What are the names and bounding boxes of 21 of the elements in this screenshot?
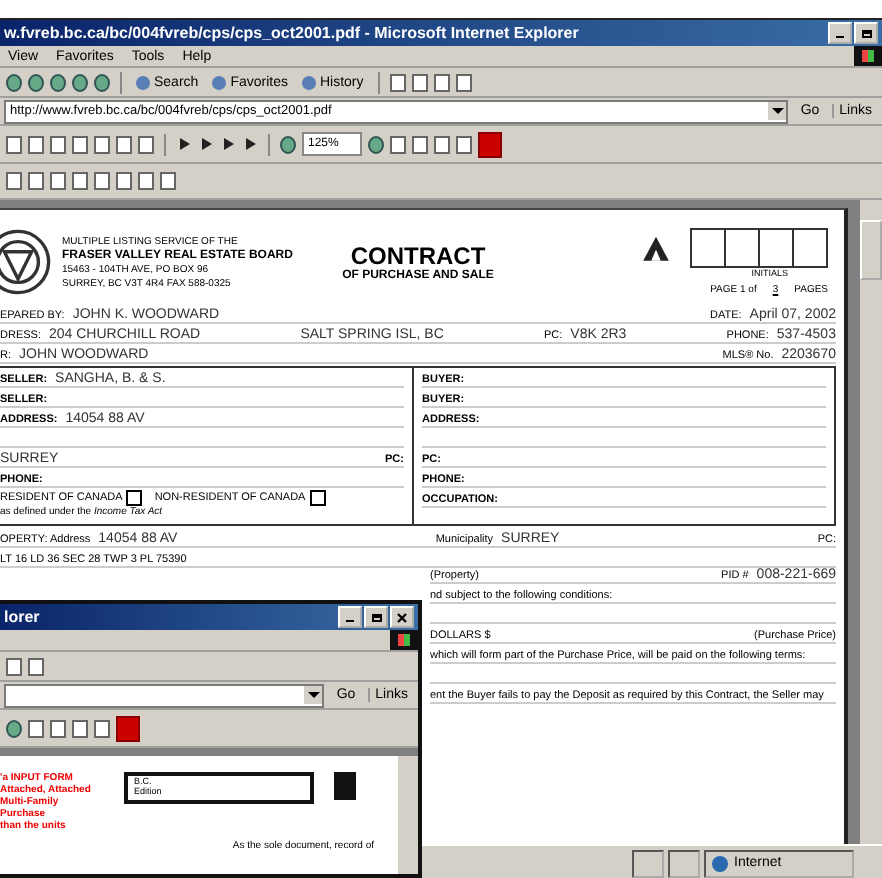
close-button[interactable] [390, 606, 414, 628]
page-icon[interactable] [6, 172, 22, 190]
close-icon [396, 611, 408, 623]
windows-logo-icon [854, 46, 882, 66]
last-page-icon[interactable] [242, 136, 258, 152]
contract-title: CONTRACT [350, 242, 486, 270]
minimize-button[interactable] [338, 606, 362, 628]
checkbox[interactable] [309, 490, 326, 506]
next-page-icon[interactable] [220, 136, 236, 152]
checkbox[interactable] [126, 490, 143, 506]
vertical-scrollbar[interactable] [398, 756, 418, 874]
status-panel [632, 849, 664, 877]
minimize-button[interactable] [828, 22, 852, 44]
vertical-scrollbar[interactable] [860, 200, 882, 844]
window-title: w.fvreb.bc.ca/bc/004fvreb/cps/cps_oct2001.pdf - Microsoft Internet Explorer [4, 24, 579, 42]
address-field[interactable] [4, 683, 325, 707]
initials-boxes[interactable] [692, 228, 828, 268]
maximize-button[interactable] [854, 22, 878, 44]
window-title: lorer [4, 608, 40, 626]
status-panel [668, 849, 700, 877]
maximize-button[interactable] [364, 606, 388, 628]
